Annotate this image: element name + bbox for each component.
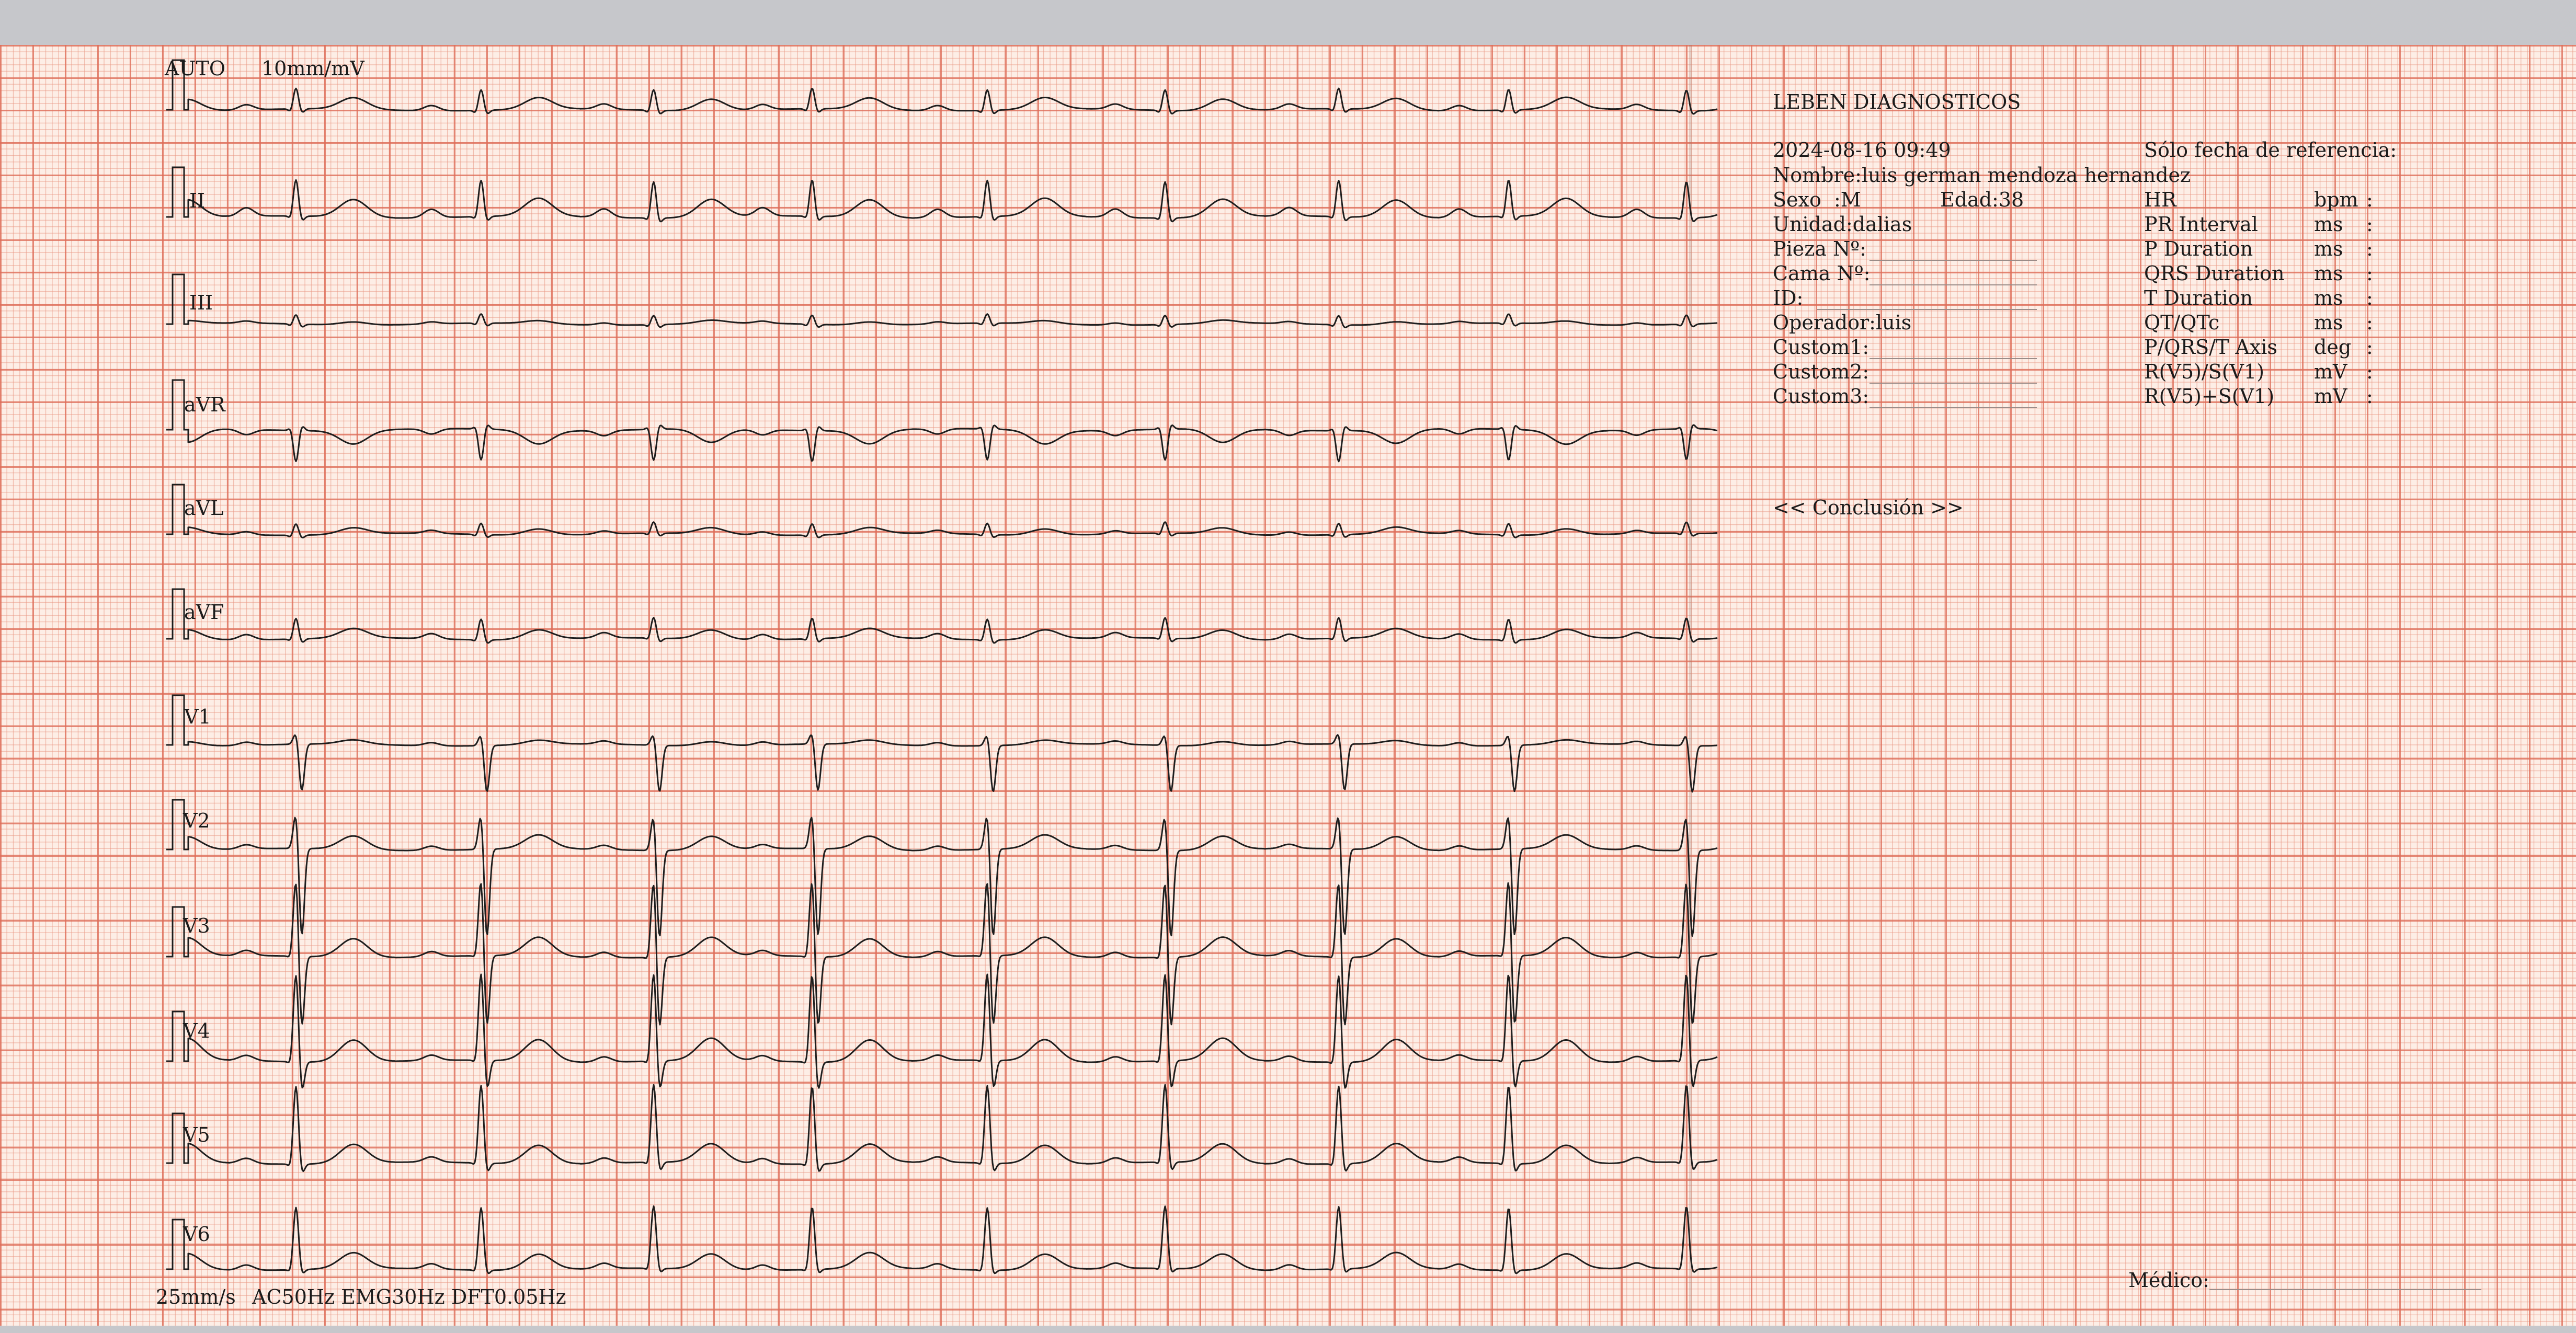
measure-unit-qt: ms bbox=[2314, 311, 2343, 334]
physician-label: Médico: bbox=[2128, 1269, 2209, 1292]
patient-name: Nombre:luis german mendoza hernandez bbox=[1773, 164, 2191, 187]
patient-age: Edad:38 bbox=[1940, 188, 2024, 211]
id-field-line bbox=[1817, 309, 2037, 310]
id-field: ID: bbox=[1773, 286, 1804, 309]
ecg-trace-i bbox=[187, 87, 1718, 115]
custom2-field-line bbox=[1870, 383, 2037, 384]
ecg-trace-iii bbox=[187, 313, 1718, 328]
measure-value-rv5-sv1-sum: : bbox=[2366, 385, 2373, 408]
lead-label-ii: II bbox=[189, 189, 206, 212]
measure-name-t-duration: T Duration bbox=[2144, 286, 2253, 309]
measure-unit-pr: ms bbox=[2314, 213, 2343, 236]
bed-field: Cama Nº: bbox=[1773, 262, 1871, 285]
measure-value-p-duration: : bbox=[2366, 237, 2373, 260]
measure-value-t-duration: : bbox=[2366, 286, 2373, 309]
lead-label-avr: aVR bbox=[184, 393, 225, 416]
lead-label-avf: aVF bbox=[184, 601, 224, 624]
custom3-field: Custom3: bbox=[1773, 385, 1870, 408]
lead-label-iii: III bbox=[189, 291, 213, 314]
record-datetime: 2024-08-16 09:49 bbox=[1773, 139, 1951, 162]
ecg-trace-v3 bbox=[187, 882, 1718, 1026]
measure-value-qt: : bbox=[2366, 311, 2373, 334]
paper-speed-label: 25mm/s bbox=[156, 1285, 236, 1308]
calibration-pulse-ii bbox=[166, 166, 189, 218]
measure-name-rv5-sv1-sum: R(V5)+S(V1) bbox=[2144, 385, 2275, 408]
lead-label-v5: V5 bbox=[183, 1123, 210, 1146]
ecg-trace-v2 bbox=[187, 817, 1718, 937]
measure-unit-qrs: ms bbox=[2314, 262, 2343, 285]
custom1-field-line bbox=[1870, 358, 2037, 359]
filter-settings-label: AC50Hz EMG30Hz DFT0.05Hz bbox=[252, 1285, 566, 1308]
measure-unit-rv5-sv1-sum: mV bbox=[2314, 385, 2347, 408]
lead-label-v6: V6 bbox=[183, 1223, 210, 1246]
custom3-field-line bbox=[1870, 407, 2037, 408]
room-field-line bbox=[1870, 260, 2037, 261]
bed-field-line bbox=[1870, 284, 2037, 285]
measure-name-pr: PR Interval bbox=[2144, 213, 2258, 236]
ecg-trace-v5 bbox=[187, 1084, 1718, 1173]
measure-name-rv5-sv1-ratio: R(V5)/S(V1) bbox=[2144, 360, 2264, 383]
measure-value-pr: : bbox=[2366, 213, 2373, 236]
measure-name-qrs: QRS Duration bbox=[2144, 262, 2285, 285]
lead-label-v1: V1 bbox=[184, 705, 211, 728]
ecg-trace-v6 bbox=[187, 1205, 1718, 1274]
measure-value-rv5-sv1-ratio: : bbox=[2366, 360, 2373, 383]
lead-label-avl: aVL bbox=[184, 497, 224, 520]
ecg-trace-avl bbox=[187, 521, 1718, 538]
lead-label-v4: V4 bbox=[183, 1019, 210, 1042]
ecg-trace-avr bbox=[187, 424, 1718, 463]
conclusion-heading: << Conclusión >> bbox=[1773, 496, 1964, 519]
measure-unit-rv5-sv1-ratio: mV bbox=[2314, 360, 2347, 383]
measure-value-axis: : bbox=[2366, 336, 2373, 359]
calibration-pulse-iii bbox=[166, 273, 189, 325]
gain-label: 10mm/mV bbox=[261, 57, 364, 80]
ecg-trace-avf bbox=[187, 617, 1718, 644]
lead-label-v3: V3 bbox=[183, 914, 210, 937]
measure-name-axis: P/QRS/T Axis bbox=[2144, 336, 2277, 359]
custom1-field: Custom1: bbox=[1773, 336, 1870, 359]
measure-unit-hr: bpm bbox=[2314, 188, 2358, 211]
measure-value-hr: : bbox=[2366, 188, 2373, 211]
measure-name-p-duration: P Duration bbox=[2144, 237, 2253, 260]
physician-signature-line bbox=[2209, 1289, 2481, 1290]
measure-name-qt: QT/QTc bbox=[2144, 311, 2220, 334]
ecg-trace-ii bbox=[187, 179, 1718, 223]
custom2-field: Custom2: bbox=[1773, 360, 1870, 383]
patient-sex: Sexo :M bbox=[1773, 188, 1861, 211]
gain-mode-label: AUTO bbox=[165, 57, 225, 80]
measure-unit-t-duration: ms bbox=[2314, 286, 2343, 309]
measure-value-qrs: : bbox=[2366, 262, 2373, 285]
lead-label-v2: V2 bbox=[183, 809, 210, 832]
reference-date-note: Sólo fecha de referencia: bbox=[2144, 139, 2397, 162]
measure-name-hr: HR bbox=[2144, 188, 2176, 211]
unit-field: Unidad:dalias bbox=[1773, 213, 1912, 236]
ecg-traces bbox=[166, 59, 1718, 1274]
ecg-trace-v4 bbox=[187, 973, 1718, 1089]
measure-unit-axis: deg bbox=[2314, 336, 2352, 359]
operator-field: Operador:luis bbox=[1773, 311, 1912, 334]
room-field: Pieza Nº: bbox=[1773, 237, 1866, 260]
measure-unit-p-duration: ms bbox=[2314, 237, 2343, 260]
institution-name: LEBEN DIAGNOSTICOS bbox=[1773, 90, 2021, 113]
ecg-trace-v1 bbox=[187, 734, 1718, 793]
